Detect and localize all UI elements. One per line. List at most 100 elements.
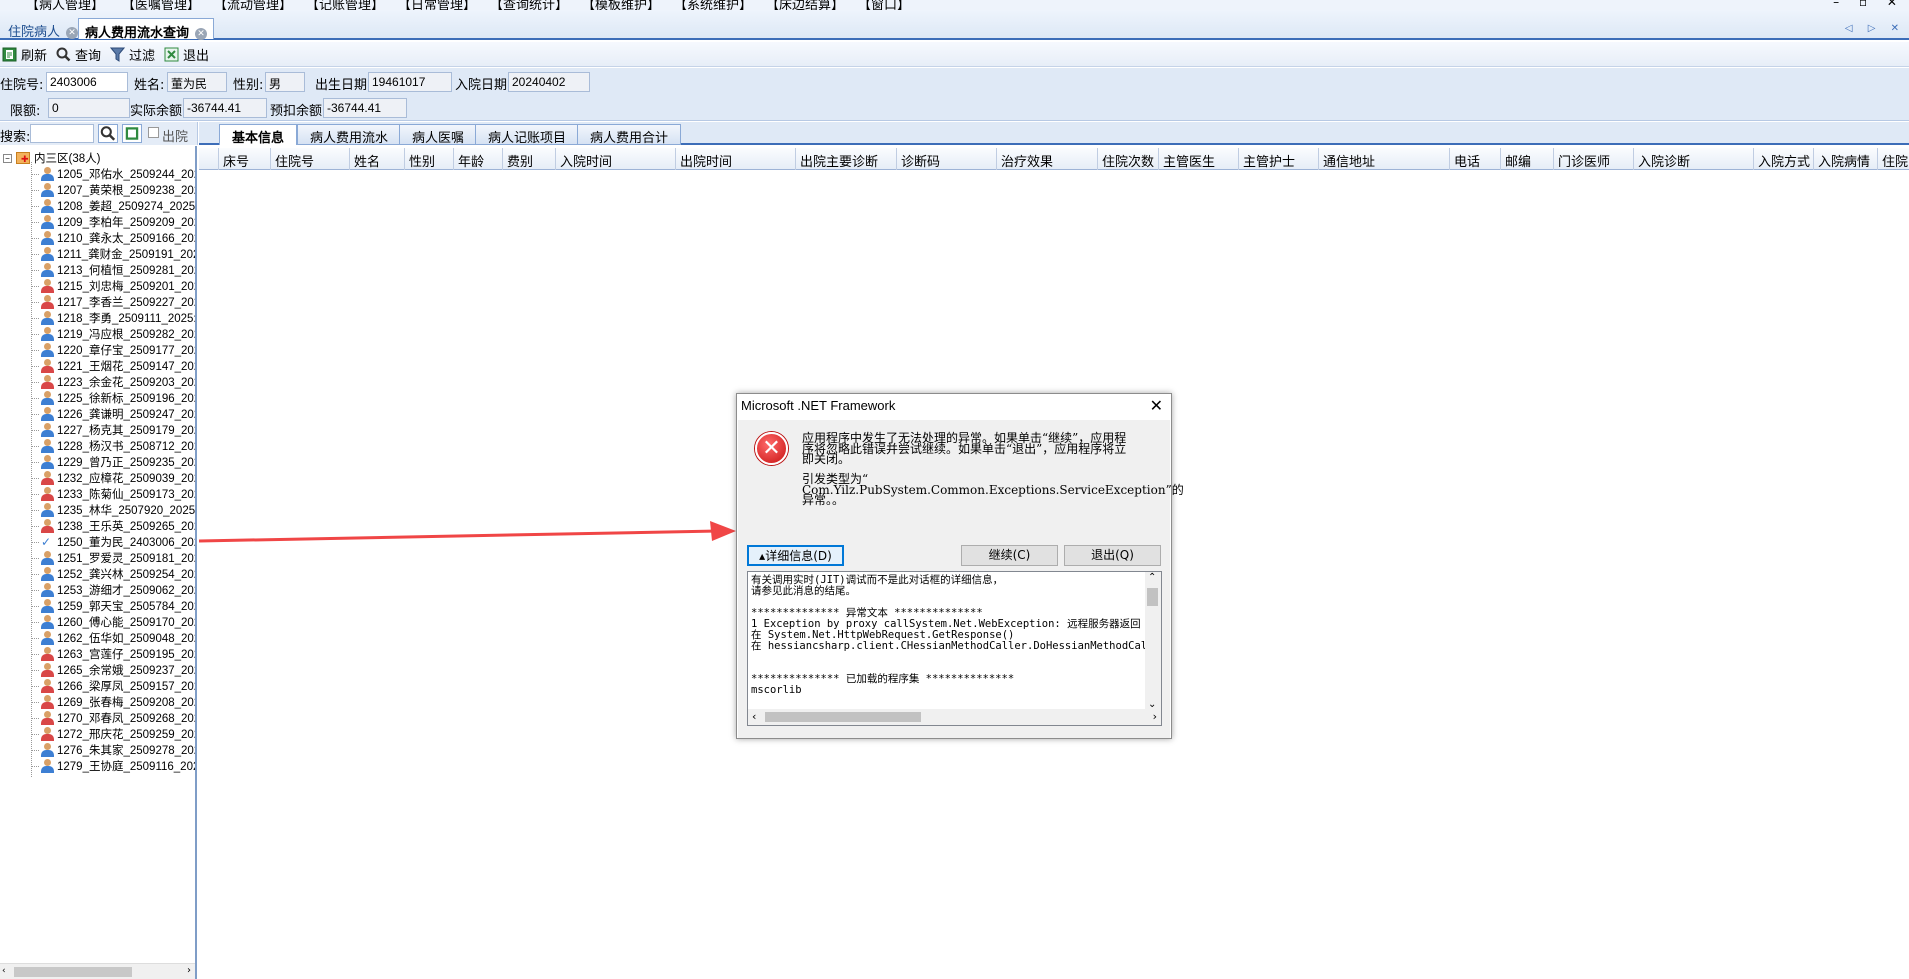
admission-no-field[interactable]: 2403006: [46, 72, 128, 92]
search-button[interactable]: [98, 124, 118, 143]
withhold-balance-field[interactable]: -36744.41: [323, 98, 407, 118]
tree-patient-item[interactable]: 1269_张春梅_2509208_202: [31, 694, 195, 710]
tree-patient-item[interactable]: 1252_龚兴林_2509254_202: [31, 566, 195, 582]
tree-patient-item[interactable]: 1226_龚谦明_2509247_202: [31, 406, 195, 422]
grid-column-header[interactable]: 住院日: [1878, 148, 1909, 170]
grid-column-header[interactable]: 门诊医师: [1554, 148, 1634, 170]
continue-button[interactable]: 继续(C): [961, 545, 1058, 566]
grid-column-header[interactable]: 床号: [219, 148, 271, 170]
menu-item[interactable]: 【模板维护】: [582, 0, 660, 10]
tree-patient-item[interactable]: 1220_章仔宝_2509177_202: [31, 342, 195, 358]
tree-patient-item[interactable]: 1235_林华_2507920_20250: [31, 502, 195, 518]
exit-button[interactable]: 退出: [164, 45, 209, 64]
tree-patient-item[interactable]: 1223_余金花_2509203_202: [31, 374, 195, 390]
tree-patient-item[interactable]: 1218_李勇_2509111_2025:: [31, 310, 195, 326]
menu-item[interactable]: 【记账管理】: [306, 0, 384, 10]
grid-column-header[interactable]: 入院时间: [556, 148, 676, 170]
limit-field[interactable]: 0: [48, 98, 130, 118]
tab-billing-items[interactable]: 病人记账项目: [475, 124, 580, 146]
tree-patient-item[interactable]: 1213_何植恒_2509281_202: [31, 262, 195, 278]
menu-item[interactable]: 【床边结算】: [766, 0, 844, 10]
tree-patient-item[interactable]: 1207_黄荣根_2509238_202: [31, 182, 195, 198]
tree-patient-item[interactable]: 1260_傅心能_2509170_202: [31, 614, 195, 630]
refresh-button[interactable]: 刷新: [2, 45, 47, 64]
tree-patient-item[interactable]: 1266_梁厚凤_2509157_202: [31, 678, 195, 694]
grid-column-header[interactable]: 入院病情: [1814, 148, 1878, 170]
grid-column-header[interactable]: 电话: [1450, 148, 1501, 170]
grid-column-header[interactable]: 主管护士: [1239, 148, 1319, 170]
grid-column-header[interactable]: 姓名: [350, 148, 405, 170]
menu-item[interactable]: 【病人管理】: [26, 0, 104, 10]
actual-balance-field[interactable]: -36744.41: [183, 98, 267, 118]
grid-column-header[interactable]: 住院次数: [1098, 148, 1159, 170]
grid-column-header[interactable]: 通信地址: [1319, 148, 1450, 170]
grid-column-header[interactable]: 邮编: [1501, 148, 1554, 170]
grid-column-header[interactable]: 住院号: [271, 148, 350, 170]
out-checkbox[interactable]: [148, 127, 159, 138]
menu-item[interactable]: 【医嘱管理】: [122, 0, 200, 10]
tab-fee-total[interactable]: 病人费用合计: [577, 124, 682, 146]
menu-item[interactable]: 【系统维护】: [674, 0, 752, 10]
tree-patient-item[interactable]: 1279_王协庭_2509116_202: [31, 758, 195, 774]
filter-button[interactable]: 过滤: [110, 45, 155, 64]
tab-navigation[interactable]: ◁ ▷ ✕: [1845, 23, 1905, 34]
refresh-button[interactable]: [122, 124, 142, 143]
tree-patient-item[interactable]: 1228_杨汉书_2508712_202: [31, 438, 195, 454]
grid-column-header[interactable]: 诊断码: [897, 148, 997, 170]
grid-column-header[interactable]: 性别: [405, 148, 454, 170]
tree-patient-item[interactable]: 1262_伍华如_2509048_202: [31, 630, 195, 646]
quit-button[interactable]: 退出(Q): [1064, 545, 1161, 566]
tree-patient-item[interactable]: 1238_王乐英_2509265_202: [31, 518, 195, 534]
tree-patient-item[interactable]: 1253_游细才_2509062_202: [31, 582, 195, 598]
menu-item[interactable]: 【查询统计】: [490, 0, 568, 10]
tab-inpatients[interactable]: 住院病人 ✕: [2, 18, 84, 40]
tree-patient-item[interactable]: 1208_姜超_2509274_2025:: [31, 198, 195, 214]
grid-column-header[interactable]: 年龄: [454, 148, 503, 170]
close-icon[interactable]: ✕: [66, 27, 79, 39]
sex-field[interactable]: 男: [265, 72, 305, 92]
tree-patient-item[interactable]: 1229_曾乃正_2509235_202: [31, 454, 195, 470]
tree-patient-item[interactable]: 1221_王烟花_2509147_202: [31, 358, 195, 374]
tree-patient-item[interactable]: 1232_应樟花_2509039_202: [31, 470, 195, 486]
search-input[interactable]: [30, 124, 94, 143]
grid-column-header[interactable]: 出院主要诊断: [796, 148, 897, 170]
admit-date-field[interactable]: 20240402: [508, 72, 590, 92]
menu-item[interactable]: 【日常管理】: [398, 0, 476, 10]
detail-vertical-scrollbar[interactable]: ⌃ ⌄: [1145, 572, 1161, 710]
tree-patient-item[interactable]: 1259_郭天宝_2505784_202: [31, 598, 195, 614]
collapse-icon[interactable]: −: [3, 153, 12, 163]
tree-root[interactable]: − ✚ 内三区(38人): [3, 150, 100, 166]
tree-patient-item[interactable]: 1210_龚永太_2509166_202: [31, 230, 195, 246]
scroll-thumb[interactable]: [1147, 588, 1158, 606]
scroll-thumb[interactable]: [14, 967, 132, 977]
tree-patient-item[interactable]: 1205_邓佑水_2509244_202: [31, 166, 195, 182]
grid-column-header[interactable]: 费别: [503, 148, 556, 170]
tree-patient-item[interactable]: 1217_李香兰_2509227_202: [31, 294, 195, 310]
tree-patient-item[interactable]: ✓ 1250_董为民_2403006_202: [31, 534, 195, 550]
close-icon[interactable]: ✕: [1150, 396, 1163, 415]
tab-fee-flow[interactable]: 病人费用流水: [297, 124, 402, 146]
tree-patient-item[interactable]: 1263_宫莲仔_2509195_202: [31, 646, 195, 662]
query-button[interactable]: 查询: [56, 45, 101, 64]
tree-patient-item[interactable]: 1209_李柏年_2509209_202: [31, 214, 195, 230]
tree-patient-item[interactable]: 1251_罗爱灵_2509181_202: [31, 550, 195, 566]
scroll-thumb[interactable]: [765, 712, 921, 722]
tree-patient-item[interactable]: 1272_邢庆花_2509259_202: [31, 726, 195, 742]
scroll-right-icon[interactable]: ›: [1153, 710, 1157, 723]
exception-detail-textbox[interactable]: 有关调用实时(JIT)调试而不是此对话框的详细信息， 请参见此消息的结尾。 ****…: [747, 571, 1162, 726]
tree-patient-item[interactable]: 1233_陈菊仙_2509173_202: [31, 486, 195, 502]
grid-column-header[interactable]: 入院诊断: [1634, 148, 1754, 170]
grid-column-header[interactable]: 治疗效果: [997, 148, 1098, 170]
scroll-up-icon[interactable]: ⌃: [1148, 572, 1156, 583]
scroll-left-icon[interactable]: ‹: [752, 710, 756, 723]
details-button[interactable]: ▴详细信息(D): [747, 545, 844, 566]
tab-fee-flow-query[interactable]: 病人费用流水查询 ✕: [78, 18, 215, 41]
grid-column-header[interactable]: 入院方式: [1754, 148, 1814, 170]
tree-horizontal-scrollbar[interactable]: ‹ ›: [0, 963, 195, 979]
tab-orders[interactable]: 病人医嘱: [399, 124, 478, 146]
scroll-left-icon[interactable]: ‹: [2, 966, 10, 976]
tree-patient-item[interactable]: 1227_杨克其_2509179_202: [31, 422, 195, 438]
tree-patient-item[interactable]: 1276_朱其家_2509278_202: [31, 742, 195, 758]
tree-patient-item[interactable]: 1270_邓春凤_2509268_202: [31, 710, 195, 726]
menu-item[interactable]: 【流动管理】: [214, 0, 292, 10]
